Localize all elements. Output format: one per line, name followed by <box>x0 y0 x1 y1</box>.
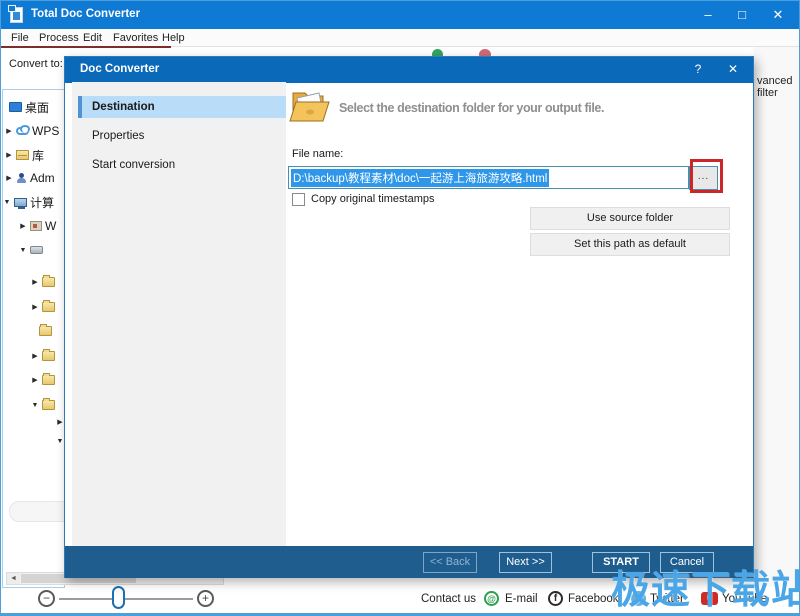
sidebar-item-label: Start conversion <box>92 159 175 171</box>
email-link[interactable]: E-mail <box>505 593 538 605</box>
convert-to-label: Convert to: <box>9 58 63 70</box>
expand-arrow-icon[interactable]: ▶ <box>31 278 39 286</box>
right-panel <box>754 47 800 587</box>
expand-arrow-icon[interactable]: ▶ <box>56 418 64 426</box>
collapse-arrow-icon[interactable]: ▼ <box>56 438 64 445</box>
set-path-default-button[interactable]: Set this path as default <box>530 233 730 256</box>
next-button[interactable]: Next >> <box>499 552 552 573</box>
dialog-close-button[interactable]: ✕ <box>723 62 743 76</box>
sidebar-item-label: Properties <box>92 130 144 142</box>
zoom-slider-track[interactable] <box>59 598 193 600</box>
folder-icon <box>42 400 55 410</box>
dialog-help-button[interactable]: ? <box>688 62 708 76</box>
folder-icon <box>42 375 55 385</box>
open-folder-icon <box>286 84 332 135</box>
expand-arrow-icon[interactable]: ▶ <box>19 222 27 230</box>
menu-process[interactable]: Process <box>39 32 79 44</box>
contact-us-link[interactable]: Contact us <box>421 593 476 605</box>
tools-icon <box>30 221 42 231</box>
tree-item-folder[interactable]: ▶ <box>3 299 65 315</box>
close-button[interactable]: ✕ <box>761 1 795 29</box>
folder-icon <box>42 351 55 361</box>
menu-help[interactable]: Help <box>162 32 185 44</box>
back-button[interactable]: << Back <box>423 552 477 573</box>
window-title: Total Doc Converter <box>31 8 140 20</box>
file-name-input[interactable]: D:\backup\教程素材\doc\一起游上海旅游攻略.html <box>288 166 689 189</box>
tree-item-label: 计算 <box>30 194 54 210</box>
menu-favorites[interactable]: Favorites <box>113 32 158 44</box>
computer-icon <box>14 198 27 207</box>
tree-item-folder[interactable]: ▶ <box>3 348 65 364</box>
app-icon <box>10 7 23 23</box>
selection-accent-bar <box>78 96 82 118</box>
sidebar-item-properties[interactable]: Properties <box>72 125 286 147</box>
tree-item-label: 库 <box>32 147 44 163</box>
minimize-button[interactable]: – <box>691 1 725 29</box>
file-name-label: File name: <box>292 148 343 160</box>
tree-item[interactable]: ▶ <box>3 414 65 430</box>
tree-item-folder[interactable]: ▼ <box>3 397 65 413</box>
user-icon <box>16 173 27 184</box>
main-window: Total Doc Converter – □ ✕ File Process E… <box>0 0 800 616</box>
expand-arrow-icon[interactable]: ▶ <box>31 303 39 311</box>
expand-arrow-icon[interactable]: ▶ <box>31 352 39 360</box>
expand-arrow-icon[interactable]: ▶ <box>31 376 39 384</box>
zoom-slider-handle[interactable] <box>112 586 125 609</box>
advanced-filter-label: vanced filter <box>757 75 799 99</box>
tree-item-drive[interactable]: ▼ <box>3 242 65 258</box>
sidebar-item-label: Destination <box>92 101 155 113</box>
email-icon[interactable]: @ <box>484 591 499 606</box>
tree-item[interactable]: ▼ <box>3 433 65 449</box>
tree-item-admin[interactable]: ▶ Adm <box>3 170 65 186</box>
tree-item-folder[interactable]: ▶ <box>3 372 65 388</box>
tree-item-wps[interactable]: ▶ WPS <box>3 123 65 139</box>
copy-timestamps-checkbox[interactable] <box>292 193 305 206</box>
dialog-sidebar: Destination Properties Start conversion <box>72 82 286 546</box>
toolbar-divider <box>1 46 171 48</box>
folder-icon <box>42 302 55 312</box>
watermark: 极速下载站 <box>611 559 800 615</box>
scroll-left-icon[interactable]: ◄ <box>7 573 20 584</box>
tree-item-label: 桌面 <box>25 99 49 115</box>
cloud-icon <box>16 127 29 135</box>
collapse-arrow-icon[interactable]: ▼ <box>31 402 39 409</box>
facebook-icon[interactable]: f <box>548 591 563 606</box>
expand-arrow-icon[interactable]: ▶ <box>5 151 13 159</box>
copy-timestamps-label: Copy original timestamps <box>311 193 435 205</box>
zoom-in-button[interactable]: + <box>197 590 214 607</box>
desktop-icon <box>9 102 22 112</box>
dialog-heading: Select the destination folder for your o… <box>339 101 739 115</box>
maximize-button[interactable]: □ <box>725 1 759 29</box>
tree-item-label: W <box>45 219 56 233</box>
tree-item-desktop[interactable]: 桌面 <box>3 99 65 115</box>
sidebar-item-destination[interactable]: Destination <box>78 96 286 118</box>
drive-icon <box>30 246 43 254</box>
tree-item-folder[interactable] <box>3 323 65 339</box>
dialog-titlebar: Doc Converter ? ✕ <box>65 57 753 83</box>
sidebar-item-start-conversion[interactable]: Start conversion <box>72 154 286 176</box>
collapse-arrow-icon[interactable]: ▼ <box>19 247 27 254</box>
tree-item-label: Adm <box>30 171 55 185</box>
menu-bar: File Process Edit Favorites Help <box>1 29 800 47</box>
library-icon <box>16 150 29 160</box>
menu-file[interactable]: File <box>11 32 29 44</box>
use-source-folder-button[interactable]: Use source folder <box>530 207 730 230</box>
zoom-out-button[interactable]: − <box>38 590 55 607</box>
window-titlebar: Total Doc Converter – □ ✕ <box>1 1 800 29</box>
tree-item[interactable]: ▶ W <box>3 218 65 234</box>
doc-converter-dialog: Doc Converter ? ✕ Destination Properties… <box>64 56 754 578</box>
folder-icon <box>42 277 55 287</box>
collapse-arrow-icon[interactable]: ▼ <box>3 199 11 206</box>
tree-item-folder[interactable]: ▶ <box>3 274 65 290</box>
annotation-highlight-box <box>690 159 723 193</box>
file-name-value: D:\backup\教程素材\doc\一起游上海旅游攻略.html <box>291 169 549 187</box>
tree-item-computer[interactable]: ▼ 计算 <box>3 194 65 210</box>
tree-item-label: WPS <box>32 124 59 138</box>
expand-arrow-icon[interactable]: ▶ <box>5 127 13 135</box>
dialog-title: Doc Converter <box>80 63 159 75</box>
tree-item-library[interactable]: ▶ 库 <box>3 147 65 163</box>
menu-edit[interactable]: Edit <box>83 32 102 44</box>
folder-icon <box>39 326 52 336</box>
expand-arrow-icon[interactable]: ▶ <box>5 174 13 182</box>
